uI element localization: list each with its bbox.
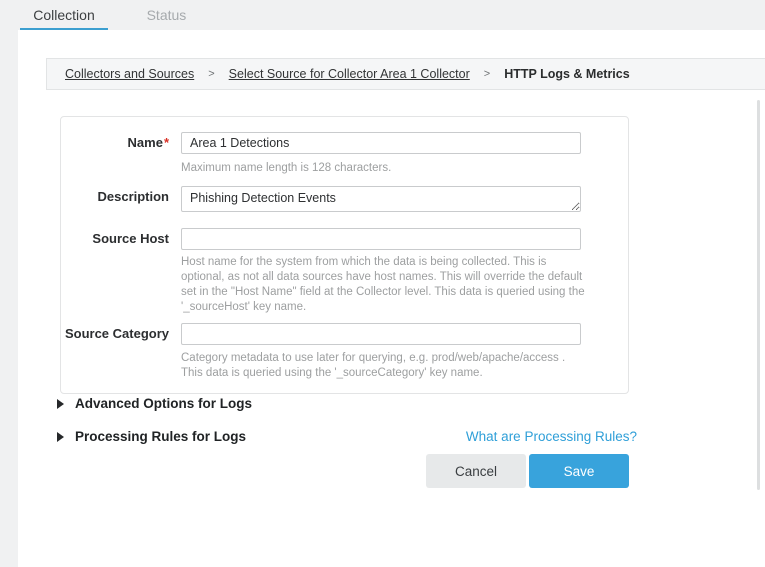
- source-host-label: Source Host: [61, 228, 181, 250]
- required-asterisk: *: [164, 135, 169, 150]
- source-host-input[interactable]: [181, 228, 581, 250]
- source-category-label: Source Category: [61, 323, 181, 345]
- tab-status[interactable]: Status: [122, 0, 210, 30]
- top-tab-bar: Collection Status: [0, 0, 765, 30]
- what-are-processing-rules-link[interactable]: What are Processing Rules?: [466, 429, 637, 444]
- breadcrumb-separator: >: [484, 68, 490, 80]
- breadcrumb: Collectors and Sources > Select Source f…: [46, 58, 765, 90]
- advanced-options-label: Advanced Options for Logs: [75, 396, 252, 411]
- description-input[interactable]: Phishing Detection Events: [181, 186, 581, 212]
- collapsed-triangle-icon: [57, 432, 64, 442]
- processing-rules-label: Processing Rules for Logs: [75, 429, 246, 444]
- breadcrumb-separator: >: [208, 68, 214, 80]
- description-label: Description: [61, 186, 181, 217]
- name-label: Name*: [61, 132, 181, 154]
- source-config-form: Name* Maximum name length is 128 charact…: [60, 116, 629, 394]
- collapsed-triangle-icon: [57, 399, 64, 409]
- cancel-button[interactable]: Cancel: [426, 454, 526, 488]
- tab-collection-label: Collection: [33, 7, 94, 23]
- breadcrumb-select-source[interactable]: Select Source for Collector Area 1 Colle…: [229, 67, 470, 81]
- name-input[interactable]: [181, 132, 581, 154]
- tab-status-label: Status: [147, 7, 187, 23]
- source-host-helper-text: Host name for the system from which the …: [181, 255, 585, 315]
- description-row: Description Phishing Detection Events: [61, 186, 628, 217]
- source-category-row: Source Category: [61, 323, 628, 345]
- source-host-row: Source Host: [61, 228, 628, 250]
- form-actions: Cancel Save: [426, 454, 629, 488]
- save-button[interactable]: Save: [529, 454, 629, 488]
- processing-rules-toggle[interactable]: Processing Rules for Logs: [57, 429, 246, 444]
- name-row: Name*: [61, 132, 628, 154]
- source-category-input[interactable]: [181, 323, 581, 345]
- source-category-helper-text: Category metadata to use later for query…: [181, 351, 585, 381]
- name-helper-text: Maximum name length is 128 characters.: [181, 161, 585, 176]
- breadcrumb-current-page: HTTP Logs & Metrics: [504, 67, 629, 81]
- breadcrumb-collectors-and-sources[interactable]: Collectors and Sources: [65, 67, 194, 81]
- tab-collection[interactable]: Collection: [20, 0, 108, 30]
- vertical-scrollbar-thumb[interactable]: [757, 100, 760, 490]
- advanced-options-toggle[interactable]: Advanced Options for Logs: [57, 396, 252, 411]
